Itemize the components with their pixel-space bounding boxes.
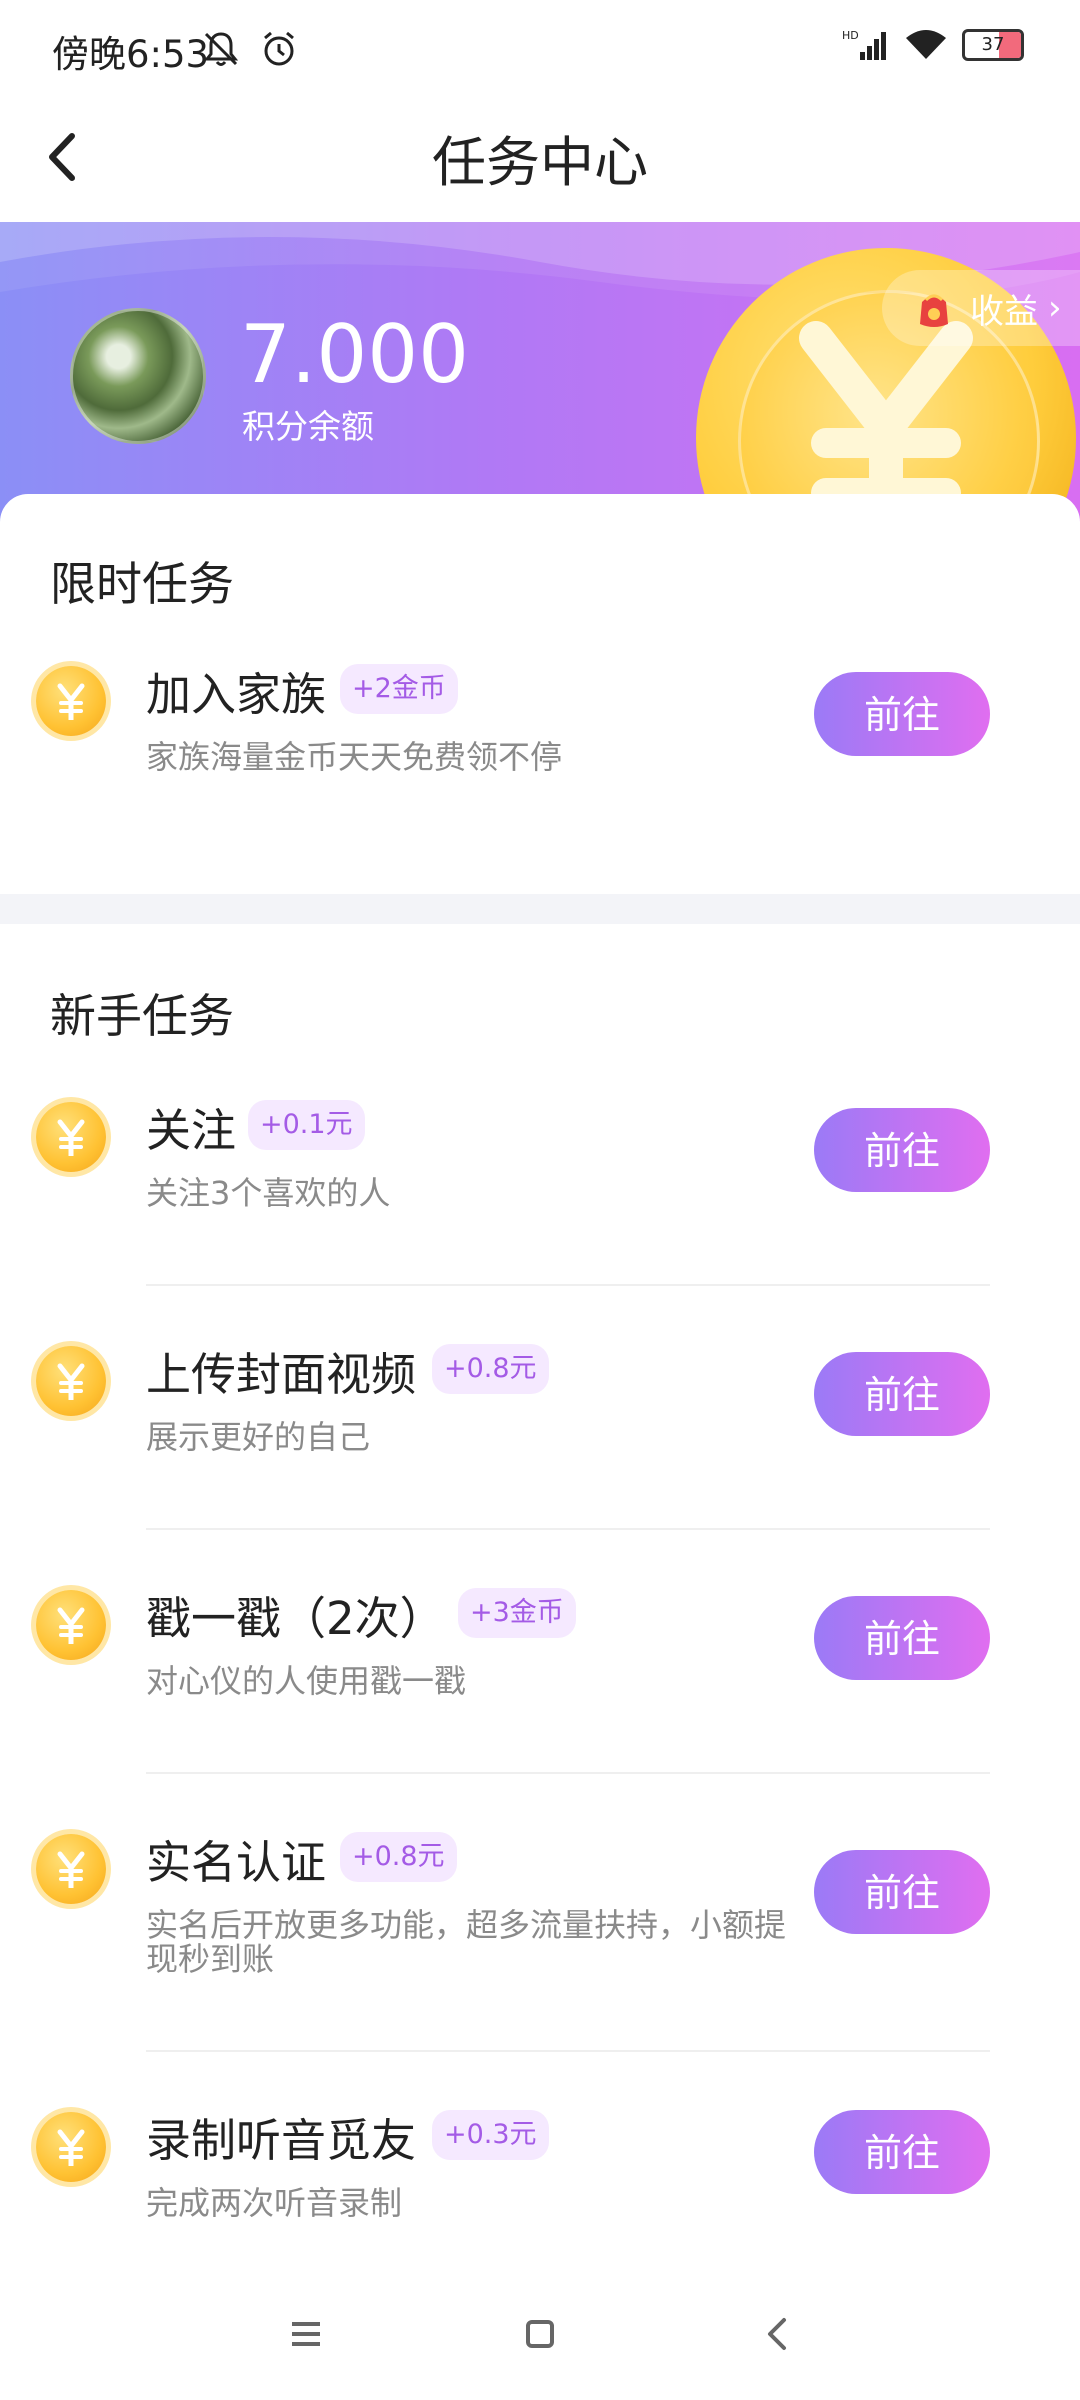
points-header: 7.000 积分余额 (0, 222, 1080, 522)
section-title-limited: 限时任务 (50, 557, 234, 611)
go-button[interactable]: 前往 (814, 1596, 990, 1680)
mute-icon (203, 32, 239, 66)
chevron-right-icon: › (1048, 288, 1062, 328)
menu-icon[interactable] (276, 2304, 336, 2364)
section-divider (0, 894, 1080, 924)
reward-badge: +0.8元 (432, 1344, 549, 1394)
task-name: 戳一戳（2次） (146, 1592, 445, 1645)
status-time: 傍晚6:53 (52, 33, 210, 76)
home-icon[interactable] (510, 2304, 570, 2364)
reward-badge: +0.8元 (340, 1832, 457, 1882)
task-desc: 实名后开放更多功能，超多流量扶持，小额提现秒到账 (146, 1906, 787, 1978)
red-envelope-icon (920, 294, 948, 327)
battery-icon: 37 (962, 29, 1024, 61)
nav-bar: 任务中心 (0, 96, 1080, 222)
coin-icon (36, 1590, 106, 1660)
newbie-tasks-card: 新手任务 关注 +0.1元 关注3个喜欢的人 前往 上传封面视频 +0.8元 展… (0, 924, 1080, 2264)
earnings-label: 收益 (970, 291, 1038, 332)
alarm-icon (264, 31, 294, 66)
row-divider (146, 2050, 990, 2052)
coin-icon (36, 2112, 106, 2182)
reward-badge: +0.3元 (432, 2110, 549, 2160)
status-bar: 傍晚6:53 HD 37 (0, 0, 1080, 96)
reward-badge: +0.1元 (248, 1100, 365, 1150)
coin-icon (36, 1834, 106, 1904)
svg-text:HD: HD (842, 29, 859, 42)
coin-icon (36, 666, 106, 736)
points-value: 7.000 (240, 308, 470, 401)
signal-icon: HD (842, 29, 886, 60)
section-title-newbie: 新手任务 (50, 989, 234, 1043)
battery-level: 37 (981, 34, 1005, 55)
reward-badge: +2金币 (340, 664, 458, 714)
task-name: 上传封面视频 (146, 1348, 417, 1401)
go-button[interactable]: 前往 (814, 2110, 990, 2194)
coin-icon (36, 1346, 106, 1416)
reward-badge: +3金币 (458, 1588, 576, 1638)
task-name: 关注 (146, 1104, 237, 1157)
earnings-button[interactable]: 收益 › (882, 270, 1080, 346)
row-divider (146, 1772, 990, 1774)
task-desc: 关注3个喜欢的人 (146, 1174, 391, 1212)
avatar[interactable] (70, 308, 206, 444)
nav-back-icon[interactable] (748, 2304, 808, 2364)
go-button[interactable]: 前往 (814, 672, 990, 756)
status-right-icons: HD 37 (842, 28, 1024, 62)
coin-icon (36, 1102, 106, 1172)
go-button[interactable]: 前往 (814, 1850, 990, 1934)
task-name: 加入家族 (146, 668, 327, 721)
task-name: 实名认证 (146, 1836, 327, 1889)
task-desc: 完成两次听音录制 (146, 2184, 403, 2222)
row-divider (146, 1284, 990, 1286)
wifi-icon (906, 30, 946, 59)
task-desc: 展示更好的自己 (146, 1418, 371, 1456)
points-label: 积分余额 (242, 407, 374, 446)
go-button[interactable]: 前往 (814, 1352, 990, 1436)
task-desc: 对心仪的人使用戳一戳 (146, 1662, 467, 1700)
row-divider (146, 1528, 990, 1530)
limited-tasks-card: 限时任务 加入家族 +2金币 家族海量金币天天免费领不停 前往 (0, 494, 1080, 894)
task-desc: 家族海量金币天天免费领不停 (146, 738, 563, 776)
system-nav-bar (0, 2264, 1080, 2400)
task-name: 录制听音觅友 (146, 2114, 417, 2167)
page-title: 任务中心 (432, 131, 648, 194)
go-button[interactable]: 前往 (814, 1108, 990, 1192)
